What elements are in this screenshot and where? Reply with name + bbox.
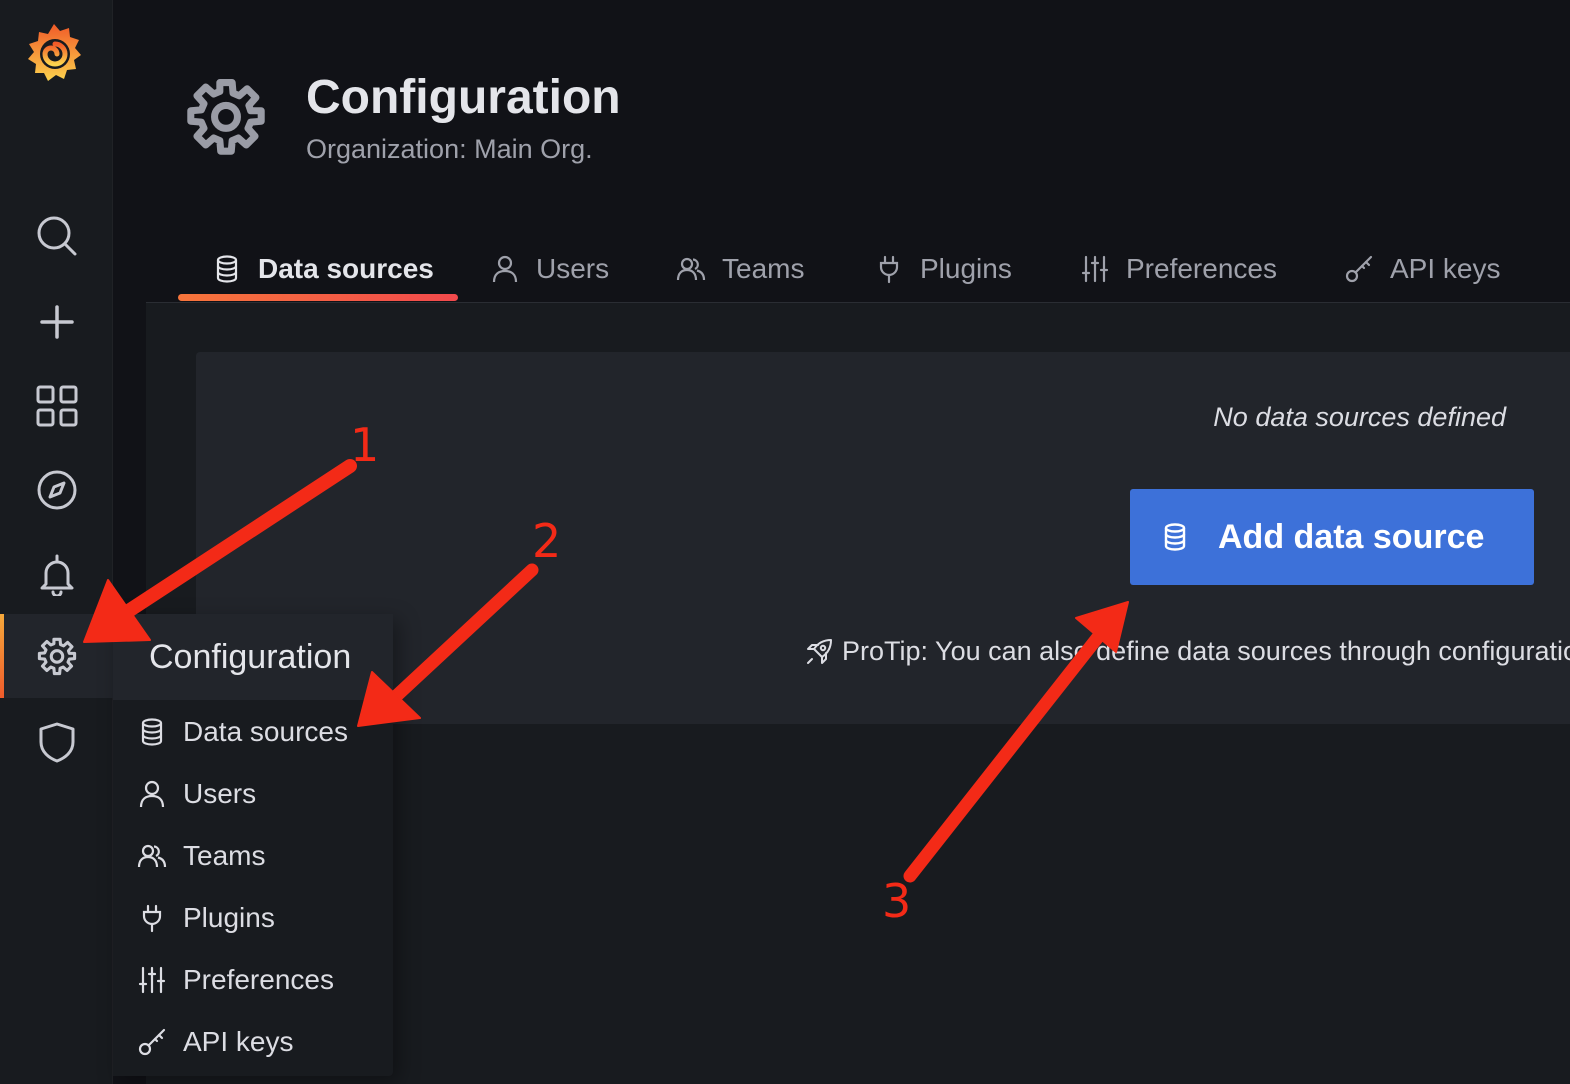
bell-icon [40, 554, 73, 596]
tab-label: API keys [1390, 253, 1501, 284]
sidebar-item-create[interactable] [0, 280, 113, 364]
tab-teams[interactable]: Teams [676, 236, 804, 302]
tab-label: Data sources [258, 253, 434, 284]
database-icon [141, 718, 163, 746]
protip-text: ProTip: You can also define data sources… [842, 636, 1570, 666]
tab-label: Teams [722, 253, 805, 284]
flyout-item-users[interactable]: Users [137, 769, 387, 819]
tab-plugins[interactable]: Plugins [874, 236, 1012, 302]
rocket-icon [807, 638, 832, 664]
gear-icon [37, 637, 76, 676]
sliders-icon [1081, 255, 1109, 283]
sidebar-item-server-admin[interactable] [0, 700, 113, 784]
tab-users[interactable]: Users [490, 236, 609, 302]
sidebar-item-configuration[interactable] [0, 614, 113, 698]
database-icon [1164, 523, 1186, 551]
user-icon [492, 255, 518, 283]
key-icon [138, 1028, 166, 1056]
tab-label: Plugins [920, 253, 1012, 284]
empty-list-panel: No data sources defined Add data source … [196, 352, 1570, 724]
tab-label: Users [536, 253, 610, 284]
page-subtitle: Organization: Main Org. [306, 134, 593, 164]
flyout-item-preferences[interactable]: Preferences [137, 955, 387, 1005]
flyout-item-label: Data sources [183, 716, 348, 747]
search-icon [37, 216, 76, 256]
flyout-item-plugins[interactable]: Plugins [137, 893, 387, 943]
sidebar-item-dashboards[interactable] [0, 364, 113, 448]
sidebar-item-alerting[interactable] [0, 532, 113, 616]
sliders-icon [138, 966, 166, 994]
page-title: Configuration [306, 71, 621, 124]
compass-icon [37, 470, 76, 510]
flyout-item-label: Teams [183, 840, 266, 871]
flyout-item-label: Preferences [183, 964, 334, 995]
grafana-logo-icon[interactable] [24, 22, 84, 84]
annotation-label-3: 3 [882, 874, 912, 928]
user-icon [139, 780, 165, 808]
plus-icon [39, 305, 74, 339]
tab-api-keys[interactable]: API keys [1344, 236, 1500, 302]
flyout-item-label: Users [183, 778, 257, 809]
flyout-item-teams[interactable]: Teams [137, 831, 387, 881]
protip: ProTip: You can also define data sources… [804, 636, 1570, 667]
sidebar-item-explore[interactable] [0, 448, 113, 532]
empty-state-title: No data sources defined [1213, 402, 1506, 432]
tab-data-sources[interactable]: Data sources [212, 236, 434, 302]
add-data-source-button[interactable]: Add data source [1130, 489, 1534, 585]
plug-icon [879, 255, 899, 284]
users-icon [676, 257, 706, 281]
annotation-label-2: 2 [532, 514, 562, 568]
shield-icon [39, 722, 74, 763]
sidebar-item-search[interactable] [0, 194, 113, 278]
flyout-title[interactable]: Configuration [113, 614, 393, 700]
page-header-gear-icon [182, 72, 270, 160]
add-data-source-label: Add data source [1218, 517, 1485, 556]
config-tabs: Data sources Users Teams Plugins Prefere… [178, 236, 1570, 302]
sidebar [0, 0, 113, 1084]
flyout-item-data-sources[interactable]: Data sources [137, 707, 387, 757]
tabs-divider [146, 302, 1570, 303]
database-icon [216, 255, 238, 283]
tab-label: Preferences [1126, 253, 1277, 284]
tab-preferences[interactable]: Preferences [1080, 236, 1277, 302]
active-tab-indicator [178, 294, 458, 301]
plug-icon [142, 904, 162, 933]
flyout-item-label: Plugins [183, 902, 275, 933]
key-icon [1345, 255, 1373, 283]
users-icon [137, 844, 167, 868]
configuration-flyout-menu: Configuration Data sources Users Teams P… [113, 614, 393, 1076]
flyout-item-api-keys[interactable]: API keys [137, 1017, 387, 1067]
annotation-label-1: 1 [350, 418, 380, 472]
apps-grid-icon [36, 385, 77, 427]
flyout-item-label: API keys [183, 1026, 294, 1057]
